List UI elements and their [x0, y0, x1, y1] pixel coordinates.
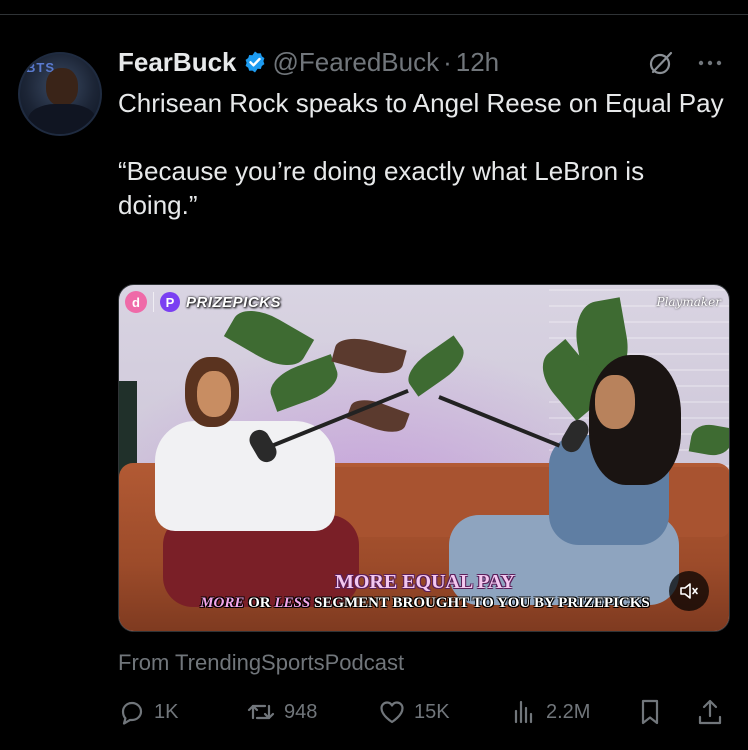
caption-or: OR	[244, 595, 275, 611]
analytics-icon	[514, 700, 533, 724]
like-button[interactable]: 15K	[378, 692, 450, 732]
media-source[interactable]: From TrendingSportsPodcast	[118, 650, 404, 676]
views-button[interactable]: 2.2M	[510, 692, 590, 732]
bookmark-button[interactable]	[636, 692, 664, 732]
video-player[interactable]: d P PRIZEPICKS Playmaker MORE EQUAL PAY …	[118, 284, 730, 632]
view-count: 2.2M	[546, 700, 591, 723]
reply-count: 1K	[154, 700, 179, 723]
like-count: 15K	[414, 700, 450, 723]
guest-left-face	[197, 371, 231, 417]
caption-less: LESS	[274, 595, 311, 611]
avatar[interactable]: BTS	[18, 52, 102, 136]
post-time[interactable]: 12h	[456, 47, 499, 78]
caption-segment: SEGMENT BROUGHT TO YOU BY PRIZEPICKS	[310, 595, 650, 611]
repost-button[interactable]: 948	[246, 692, 317, 732]
caption-more: MORE	[200, 595, 245, 611]
mute-button[interactable]	[669, 571, 709, 611]
top-divider	[0, 14, 748, 15]
share-button[interactable]	[696, 692, 724, 732]
verified-badge-icon	[245, 51, 264, 73]
action-bar: 1K 948 15K 2.2M	[118, 692, 730, 732]
reply-icon	[121, 701, 143, 725]
tweet-text: Chrisean Rock speaks to Angel Reese on E…	[118, 88, 724, 220]
caption-title: MORE EQUAL PAY	[334, 571, 516, 593]
speaker-muted-icon	[680, 583, 698, 599]
guest-right-face	[595, 375, 635, 429]
repost-icon	[247, 704, 275, 720]
caption-subtitle: MORE OR LESS SEGMENT BROUGHT TO YOU BY P…	[119, 595, 729, 612]
grok-icon[interactable]	[648, 50, 674, 76]
bookmark-icon	[641, 699, 659, 725]
avatar-shoulders	[28, 104, 96, 134]
sponsor-label: PRIZEPICKS	[186, 293, 282, 311]
channel-logo: d	[125, 291, 147, 313]
author-handle[interactable]: @FearedBuck	[273, 47, 440, 78]
media-branding: d P PRIZEPICKS	[125, 291, 281, 313]
share-icon	[698, 699, 722, 725]
author-row: FearBuck @FearedBuck · 12h	[118, 44, 499, 80]
meta-separator: ·	[443, 46, 452, 77]
heart-icon	[380, 701, 404, 724]
author-display-name[interactable]: FearBuck	[118, 47, 237, 78]
watermark: Playmaker	[656, 295, 722, 309]
more-options-icon[interactable]	[696, 56, 724, 70]
repost-count: 948	[284, 700, 318, 723]
guest-left-jacket	[155, 421, 335, 531]
branding-divider	[153, 292, 154, 312]
avatar-head	[46, 68, 78, 106]
prizepicks-logo: P	[160, 292, 180, 312]
reply-button[interactable]: 1K	[118, 692, 178, 732]
